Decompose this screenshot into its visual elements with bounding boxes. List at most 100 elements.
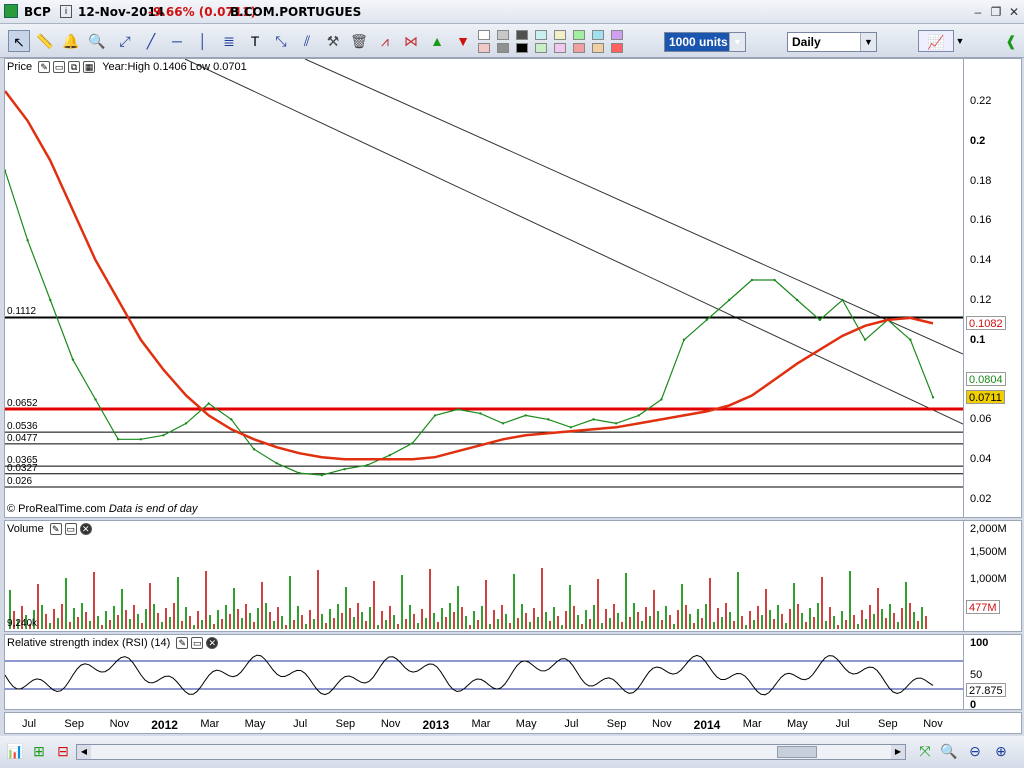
chart-type-icon[interactable]: 📈: [918, 30, 954, 52]
color-swatch[interactable]: [611, 30, 623, 40]
delete-icon[interactable]: 🗑: [348, 30, 370, 52]
wrench-icon[interactable]: ✎: [49, 523, 62, 536]
volume-bar: [285, 625, 287, 629]
window-icon[interactable]: ▭: [64, 523, 77, 536]
color-swatch[interactable]: [573, 43, 585, 53]
data-point: [49, 298, 52, 302]
volume-axis[interactable]: 2,000M 1,500M 1,000M 477M: [964, 520, 1022, 632]
chevron-down-icon[interactable]: ▼: [954, 30, 966, 52]
ruler-icon[interactable]: 📏: [34, 30, 56, 52]
volume-panel[interactable]: Volume ✎ ▭ ✕ 9,240k: [4, 520, 964, 632]
date-axis[interactable]: Jul Sep Nov 2012 Mar May Jul Sep Nov 2013 Mar May Ju…: [4, 712, 1022, 734]
wrench-icon[interactable]: ✎: [38, 61, 51, 74]
date-tick: Mar: [471, 718, 491, 730]
indicator-icon[interactable]: ⊞: [28, 740, 50, 762]
data-point: [298, 471, 301, 475]
zigzag-icon[interactable]: ⩘: [374, 30, 396, 52]
volume-bar: [481, 606, 483, 629]
arrows-icon[interactable]: ⤡: [270, 30, 292, 52]
color-swatch[interactable]: [573, 30, 585, 40]
units-select[interactable]: 1000 units ▼: [664, 32, 746, 52]
grid-icon[interactable]: ▦: [83, 61, 96, 74]
color-swatch[interactable]: [516, 30, 528, 40]
volume-bar: [885, 618, 887, 629]
volume-bar: [725, 603, 727, 629]
zoom-out-icon[interactable]: ⊖: [964, 740, 986, 762]
volume-bar: [361, 612, 363, 629]
text-icon[interactable]: T: [244, 30, 266, 52]
restore-icon[interactable]: ❐: [988, 4, 1004, 20]
window-icon[interactable]: ▭: [191, 637, 204, 650]
segment-icon[interactable]: ⤢: [114, 30, 136, 52]
volume-bar: [165, 608, 167, 629]
tools-icon[interactable]: ⚒: [322, 30, 344, 52]
layout-icon[interactable]: ❰: [1000, 30, 1022, 52]
fit-icon[interactable]: ⤧: [914, 740, 936, 762]
volume-bar: [801, 613, 803, 629]
price-panel[interactable]: Price ✎ ▭ ⧉ ▦ Year:High 0.1406 Low 0.0701 ©…: [4, 58, 964, 518]
volume-bar: [589, 619, 591, 629]
pointer-icon[interactable]: ↖: [8, 30, 30, 52]
period-select[interactable]: Daily ▼: [787, 32, 877, 52]
data-point: [5, 169, 7, 172]
color-swatch[interactable]: [478, 30, 490, 40]
volume-bar: [189, 616, 191, 629]
volume-bar: [385, 620, 387, 629]
fibonacci-icon[interactable]: ≣: [218, 30, 240, 52]
scroll-left-icon[interactable]: ◀: [77, 745, 91, 759]
volume-bar: [793, 583, 795, 629]
horizontal-line-icon[interactable]: ─: [166, 30, 188, 52]
line-icon[interactable]: ╱: [140, 30, 162, 52]
zoom-fit-icon[interactable]: 🔍: [938, 740, 960, 762]
zoom-icon[interactable]: 🔍: [86, 30, 108, 52]
info-icon[interactable]: i: [60, 5, 72, 18]
pattern-icon[interactable]: ⋈: [400, 30, 422, 52]
rsi-panel[interactable]: Relative strength index (RSI) (14) ✎ ▭ ✕: [4, 634, 964, 710]
alarm-icon[interactable]: 🔔: [60, 30, 82, 52]
sell-arrow-icon[interactable]: ▼: [452, 30, 474, 52]
color-swatch[interactable]: [535, 43, 547, 53]
remove-icon[interactable]: ⊟: [52, 740, 74, 762]
volume-bar: [753, 620, 755, 629]
volume-bar: [485, 580, 487, 629]
volume-bar: [277, 607, 279, 629]
window-icon[interactable]: ▭: [53, 61, 66, 74]
rsi-axis[interactable]: 100 50 0 27.875: [964, 634, 1022, 711]
vertical-line-icon[interactable]: │: [192, 30, 214, 52]
color-swatch[interactable]: [497, 43, 509, 53]
volume-bar: [717, 608, 719, 629]
color-swatch[interactable]: [497, 30, 509, 40]
volume-bar: [469, 625, 471, 629]
color-swatch[interactable]: [554, 30, 566, 40]
buy-arrow-icon[interactable]: ▲: [426, 30, 448, 52]
color-swatch[interactable]: [516, 43, 528, 53]
volume-bar: [229, 614, 231, 629]
scroll-right-icon[interactable]: ▶: [891, 745, 905, 759]
scroll-thumb[interactable]: [777, 746, 817, 758]
color-swatch[interactable]: [611, 43, 623, 53]
close-icon[interactable]: ✕: [1006, 4, 1022, 20]
add-chart-icon[interactable]: 📊: [4, 740, 26, 762]
volume-bar: [45, 614, 47, 629]
price-axis[interactable]: 0.220.20.180.160.140.120.10.080.060.040.…: [964, 58, 1022, 518]
horizontal-scrollbar[interactable]: ◀ ▶: [76, 744, 906, 760]
rsi-tick: 0: [970, 699, 977, 711]
close-icon[interactable]: ✕: [79, 523, 92, 536]
close-icon[interactable]: ✕: [206, 637, 219, 650]
volume-bar: [473, 611, 475, 629]
price-tick: 0.12: [970, 293, 992, 306]
zoom-in-icon[interactable]: ⊕: [990, 740, 1012, 762]
wrench-icon[interactable]: ✎: [176, 637, 189, 650]
volume-bar: [377, 625, 379, 629]
color-swatch[interactable]: [554, 43, 566, 53]
volume-bar: [137, 614, 139, 629]
volume-bar: [329, 609, 331, 629]
volume-bar: [77, 617, 79, 629]
color-swatch[interactable]: [535, 30, 547, 40]
minimize-icon[interactable]: –: [970, 4, 986, 20]
color-swatch[interactable]: [592, 30, 604, 40]
channel-icon[interactable]: ⫽: [296, 30, 318, 52]
copy-icon[interactable]: ⧉: [68, 61, 81, 74]
color-swatch[interactable]: [478, 43, 490, 53]
color-swatch[interactable]: [592, 43, 604, 53]
